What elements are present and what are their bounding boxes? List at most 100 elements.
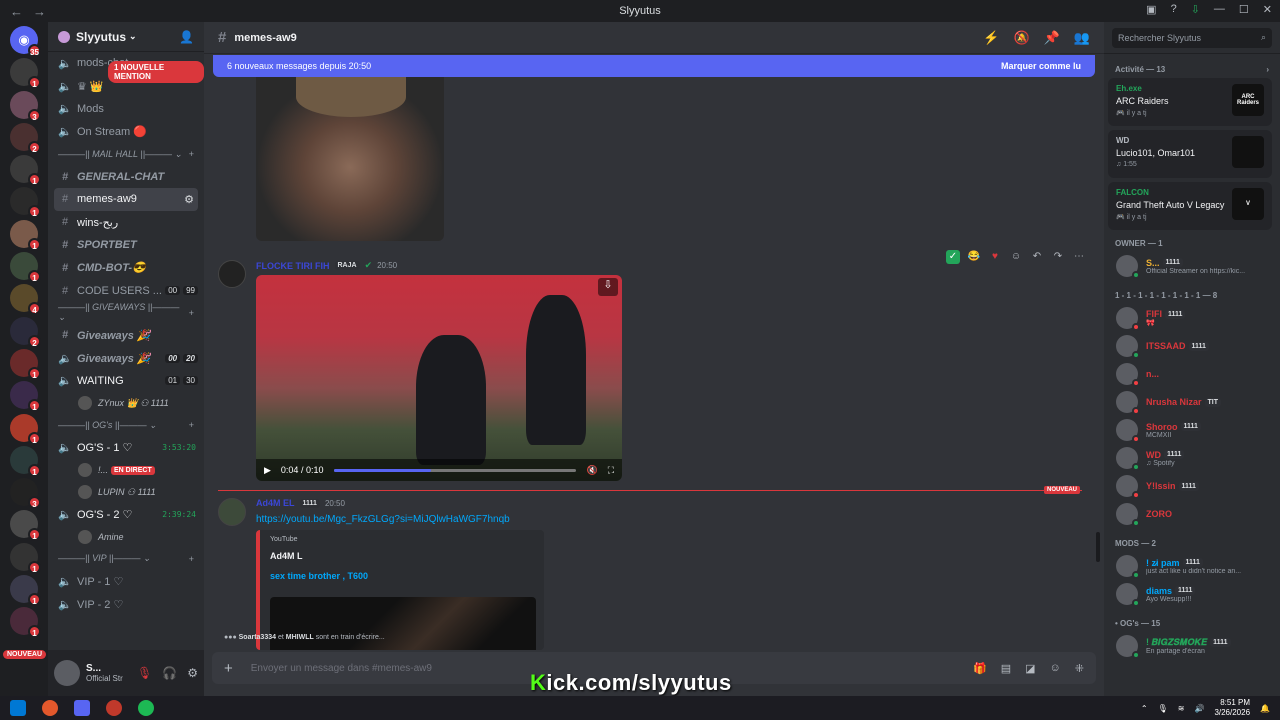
member-row[interactable]: ! z̷i pam 1111 just act like u didn't noti… [1106,552,1278,580]
notifications-icon[interactable]: 🔔 [1260,704,1270,713]
member-row[interactable]: WD 1111 ♫ Spotify [1106,444,1278,472]
add-user-icon[interactable]: 👤 [179,30,194,44]
message-author[interactable]: FLOCKE TIRI FIH [256,261,330,271]
server-icon[interactable]: 3 [10,90,41,122]
add-channel-icon[interactable]: + [189,149,194,159]
avatar[interactable] [54,660,80,686]
new-messages-banner[interactable]: 6 nouveaux messages depuis 20:50 Marquer… [213,55,1095,77]
new-mention-pill[interactable]: 1 NOUVELLE MENTION [108,61,204,83]
scrollbar[interactable] [1096,532,1100,562]
threads-icon[interactable]: ⚡ [983,30,999,46]
voice-user[interactable]: !... EN DIRECT [48,459,204,481]
attach-plus-icon[interactable]: + [224,660,233,677]
voice-user[interactable]: LUPIN ⚇ 1111 [48,481,204,503]
activity-card[interactable]: Eh.exe ARC Raiders 🎮 il y a tj ARC Raiders [1108,78,1272,126]
server-icon[interactable]: 1 [10,445,41,477]
embed-thumbnail[interactable] [270,597,536,650]
close-button[interactable]: ✕ [1263,3,1272,16]
server-icon[interactable]: 3 [10,478,41,510]
back-arrow-icon[interactable]: ← [10,4,23,19]
minimize-button[interactable]: — [1214,3,1225,16]
headphones-icon[interactable]: 🎧 [162,666,177,680]
add-channel-icon[interactable]: + [189,420,194,430]
server-icon[interactable]: 1 [10,575,41,607]
member-row[interactable]: S... 1111 Official Streamer on https://kic… [1106,252,1278,280]
clock[interactable]: 8:51 PM 3/26/2026 [1214,698,1250,718]
spotify-icon[interactable] [138,700,154,716]
server-icon[interactable]: 1 [10,252,41,284]
wifi-icon[interactable]: ≋ [1178,704,1185,713]
voice-user[interactable]: Amine [48,526,204,548]
notification-bell-icon[interactable]: 🔕 [1013,30,1029,46]
member-row[interactable]: n... [1106,360,1278,388]
pin-icon[interactable]: 📌 [1044,30,1060,46]
mic-icon[interactable]: 🎙 [1158,704,1168,713]
search-input[interactable]: Rechercher Slyyutus ⌕ [1112,27,1272,48]
server-icon[interactable]: 1 [10,542,41,574]
server-icon[interactable]: 1 [10,348,41,380]
brave-browser-icon[interactable] [42,700,58,716]
server-icon[interactable]: 1 [10,381,41,413]
settings-gear-icon[interactable]: ⚙ [187,666,198,680]
member-row[interactable]: FIFI 1111 🎀 [1106,304,1278,332]
category-header[interactable]: ———|| VIP ||——— ⌄ + [48,548,204,570]
channel-text[interactable]: # CODE USERS ... 00 99 [48,279,204,302]
add-reaction-icon[interactable]: ☺ [1009,250,1023,264]
help-icon[interactable]: ? [1171,3,1177,16]
member-row[interactable]: Y!lssin 1111 [1106,472,1278,500]
server-icon[interactable]: 1 [10,219,41,251]
play-icon[interactable]: ▶ [264,465,271,476]
embed-author[interactable]: Ad4M L [270,551,534,561]
channel-voice[interactable]: 🔈 Giveaways 🎉 00 20 [48,347,204,370]
avatar[interactable] [218,260,246,288]
new-pill[interactable]: NOUVEAU [3,650,47,659]
forward-arrow-icon[interactable]: → [33,4,46,19]
channel-settings-icon[interactable]: ⚙ [184,193,194,206]
activity-card[interactable]: FALCON Grand Theft Auto V Legacy 🎮 il y a … [1108,182,1272,230]
channel-voice[interactable]: 🔈 VIP - 1 ♡ [48,570,204,593]
composer-placeholder[interactable]: Envoyer un message dans #memes-aw9 [251,663,432,674]
app-icon[interactable] [106,700,122,716]
member-row[interactable]: diams 1111 Ayo Wesupp!!! [1106,580,1278,608]
add-channel-icon[interactable]: + [189,554,194,564]
member-row[interactable]: ZORO [1106,500,1278,528]
volume-muted-icon[interactable]: 🔇 [586,465,597,476]
windows-start-icon[interactable] [10,700,26,716]
message-link[interactable]: https://youtu.be/Mgc_FkzGLGg?si=MiJQlwHa… [256,514,510,525]
channel-text[interactable]: # CMD-BOT-😎 [48,256,204,279]
channel-voice[interactable]: 🔈 OG'S - 1 ♡ 3:53:20 [48,436,204,459]
chevron-up-icon[interactable]: ⌃ [1141,704,1148,713]
category-header[interactable]: ———|| MAIL HALL ||——— ⌄ + [48,143,204,165]
server-icon[interactable]: 2 [10,316,41,348]
server-icon[interactable]: 4 [10,284,41,316]
channel-voice[interactable]: 🔈 Mods [48,98,204,121]
image-attachment[interactable] [256,77,444,241]
server-icon[interactable]: 1 [10,155,41,187]
heart-reaction-icon[interactable]: ♥ [988,250,1002,264]
reply-icon[interactable]: ↶ [1030,250,1044,264]
emoji-icon[interactable]: ☺ [1050,662,1061,675]
more-icon[interactable]: ⋯ [1072,250,1086,264]
server-icon[interactable]: 1 [10,58,41,90]
download-icon[interactable]: ⇩ [598,278,618,296]
fullscreen-icon[interactable]: ⛶ [608,465,614,476]
gif-icon[interactable]: ▤ [1001,662,1011,675]
home-icon[interactable]: ◉ 35 [10,26,41,57]
server-icon[interactable]: 1 [10,413,41,445]
add-channel-icon[interactable]: + [189,308,194,318]
video-player[interactable]: ⇩ ▶ 0:04 / 0:10 🔇 ⛶ [256,275,622,481]
member-row[interactable]: ! 𝑩𝑰𝑮𝒁𝑺𝑴𝑶𝑲𝑬 1111 En partage d'écran [1106,632,1278,660]
channel-voice[interactable]: 🔈 WAITING 01 30 [48,370,204,393]
mic-muted-icon[interactable]: 🎙 [137,666,152,680]
inbox-icon[interactable]: ▣ [1146,3,1156,16]
server-header[interactable]: Slyyutus ⌄ 👤 [48,22,204,52]
laugh-reaction-icon[interactable]: 😂 [967,250,981,264]
member-row[interactable]: Shoroo 1111 MCMXII [1106,416,1278,444]
avatar[interactable] [218,498,246,526]
member-list-icon[interactable]: 👥 [1074,30,1090,46]
video-progress-bar[interactable] [333,468,577,472]
channel-text[interactable]: # GENERAL-CHAT [48,165,204,188]
gift-icon[interactable]: 🎁 [973,662,987,675]
discord-app-icon[interactable] [74,700,90,716]
maximize-button[interactable]: ☐ [1239,3,1249,16]
